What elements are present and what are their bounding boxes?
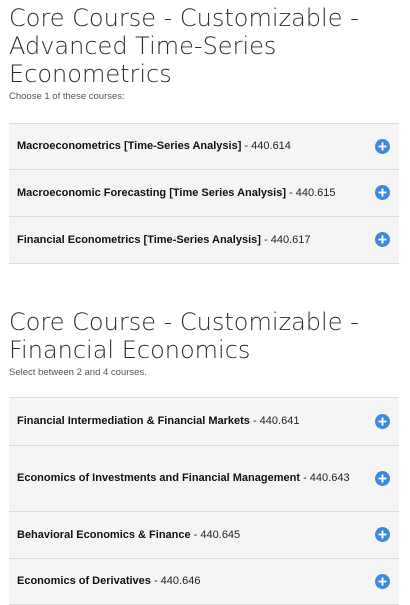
section-advanced-time-series-econometrics: Core Course - Customizable - Advanced Ti… xyxy=(9,4,399,264)
course-separator: - xyxy=(300,472,310,484)
course-item-440-614[interactable]: Macroeconometrics [Time-Series Analysis]… xyxy=(9,124,399,170)
course-name: Financial Intermediation & Financial Mar… xyxy=(17,415,250,427)
plus-circle-icon[interactable] xyxy=(375,527,390,542)
course-label: Macroeconometrics [Time-Series Analysis]… xyxy=(17,138,291,155)
course-list: Macroeconometrics [Time-Series Analysis]… xyxy=(9,123,399,264)
section-title: Core Course - Customizable - Advanced Ti… xyxy=(9,4,399,88)
course-item-440-646[interactable]: Economics of Derivatives - 440.646 xyxy=(9,559,399,605)
section-title-line: Advanced Time-Series xyxy=(9,32,277,60)
course-item-440-641[interactable]: Financial Intermediation & Financial Mar… xyxy=(9,398,399,446)
course-number: 440.645 xyxy=(200,528,241,541)
section-instructions: Choose 1 of these courses: xyxy=(9,91,125,102)
course-name: Behavioral Economics & Finance xyxy=(17,528,191,541)
course-name: Macroeconometrics [Time-Series Analysis] xyxy=(17,140,242,152)
course-number: 440.617 xyxy=(270,233,311,246)
course-separator: - xyxy=(190,528,201,541)
course-number: 440.641 xyxy=(259,415,300,427)
course-number: 440.643 xyxy=(309,472,350,484)
course-item-440-643[interactable]: Economics of Investments and Financial M… xyxy=(9,446,399,512)
course-label: Financial Econometrics [Time-Series Anal… xyxy=(17,232,310,249)
course-item-440-617[interactable]: Financial Econometrics [Time-Series Anal… xyxy=(9,217,399,264)
course-separator: - xyxy=(249,415,260,427)
plus-circle-icon[interactable] xyxy=(375,138,390,154)
course-separator: - xyxy=(241,140,252,152)
course-name: Financial Econometrics [Time-Series Anal… xyxy=(17,233,261,246)
course-separator: - xyxy=(150,575,161,587)
course-label: Financial Intermediation & Financial Mar… xyxy=(17,413,299,430)
plus-circle-icon[interactable] xyxy=(375,413,390,429)
course-label: Economics of Derivatives - 440.646 xyxy=(17,573,200,590)
course-name: Economics of Investments and Financial M… xyxy=(17,472,301,484)
section-title: Core Course - Customizable - Financial E… xyxy=(9,308,399,364)
plus-circle-icon[interactable] xyxy=(375,573,390,589)
plus-circle-icon[interactable] xyxy=(375,470,390,486)
section-instructions: Select between 2 and 4 courses. xyxy=(9,367,147,378)
section-title-line: Financial Economics xyxy=(9,336,251,364)
course-separator: - xyxy=(285,186,296,199)
section-title-line: Core Course - Customizable - xyxy=(9,4,359,32)
course-item-440-645[interactable]: Behavioral Economics & Finance - 440.645 xyxy=(9,512,399,559)
section-title-line: Core Course - Customizable - xyxy=(9,308,359,336)
course-separator: - xyxy=(260,233,271,246)
course-number: 440.646 xyxy=(160,575,201,587)
course-label: Behavioral Economics & Finance - 440.645 xyxy=(17,527,240,544)
course-name: Macroeconomic Forecasting [Time Series A… xyxy=(17,186,286,199)
course-number: 440.615 xyxy=(295,186,336,199)
course-number: 440.614 xyxy=(251,140,291,152)
plus-circle-icon[interactable] xyxy=(375,185,390,200)
plus-circle-icon[interactable] xyxy=(375,232,390,247)
section-financial-economics: Core Course - Customizable - Financial E… xyxy=(9,308,399,605)
course-name: Economics of Derivatives xyxy=(17,575,151,587)
course-item-440-615[interactable]: Macroeconomic Forecasting [Time Series A… xyxy=(9,170,399,217)
course-label: Macroeconomic Forecasting [Time Series A… xyxy=(17,185,336,202)
course-label: Economics of Investments and Financial M… xyxy=(17,470,350,487)
section-title-line: Econometrics xyxy=(9,60,172,88)
course-list: Financial Intermediation & Financial Mar… xyxy=(9,397,399,605)
